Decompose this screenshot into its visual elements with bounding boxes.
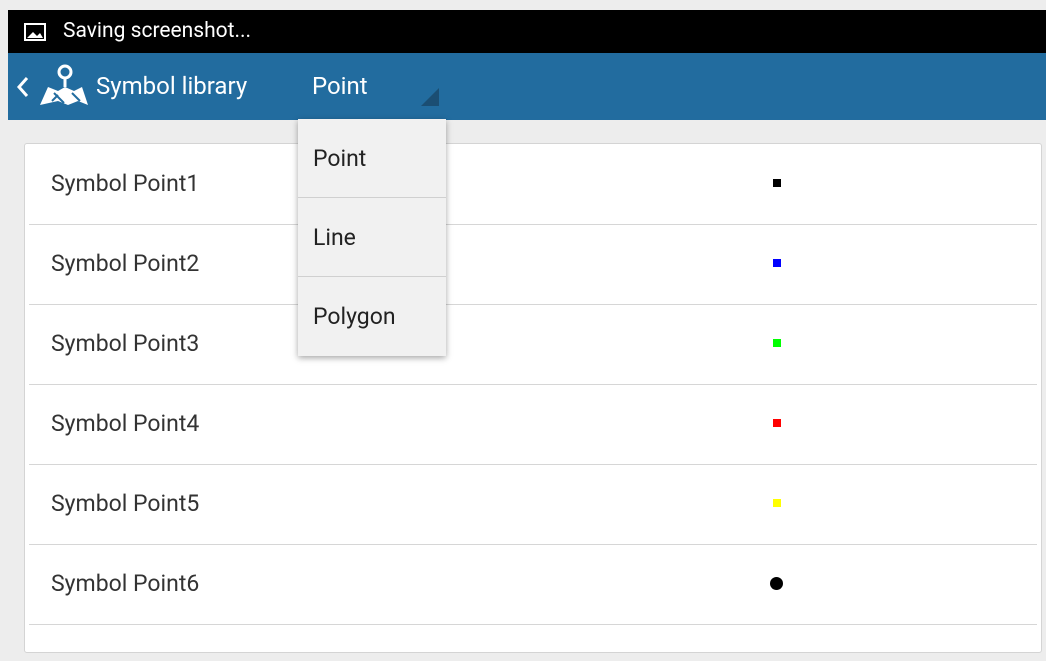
list-item[interactable]: Symbol Point1 [29, 144, 1037, 225]
symbol-swatch [773, 419, 781, 427]
symbol-name: Symbol Point2 [51, 250, 200, 277]
dropdown-option-polygon[interactable]: Polygon [298, 277, 446, 356]
list-item[interactable]: Symbol Point2 [29, 224, 1037, 305]
symbol-swatch [770, 577, 783, 590]
back-button[interactable] [8, 53, 100, 120]
spinner-selected-value: Point [312, 72, 368, 100]
list-item[interactable]: Symbol Point4 [29, 384, 1037, 465]
symbol-name: Symbol Point3 [51, 330, 200, 357]
dropdown-option-label: Polygon [313, 303, 396, 330]
dropdown-option-point[interactable]: Point [298, 119, 446, 198]
status-text: Saving screenshot... [63, 19, 252, 43]
map-pin-icon [40, 64, 88, 105]
symbol-swatch [773, 499, 781, 507]
geometry-type-dropdown: Point Line Polygon [298, 119, 446, 356]
geometry-type-spinner[interactable]: Point [298, 53, 448, 120]
spinner-corner-arrow-icon [421, 88, 439, 106]
symbol-name: Symbol Point5 [51, 490, 200, 517]
list-item[interactable]: Symbol Point3 [29, 304, 1037, 385]
symbol-name: Symbol Point4 [51, 410, 200, 437]
list-item[interactable]: Symbol Point5 [29, 464, 1037, 545]
symbol-name: Symbol Point1 [51, 170, 200, 197]
list-item[interactable]: Symbol Point6 [29, 544, 1037, 625]
symbol-swatch [773, 179, 781, 187]
symbol-swatch [773, 259, 781, 267]
dropdown-option-label: Line [313, 224, 356, 251]
symbol-swatch [773, 339, 781, 347]
symbol-name: Symbol Point6 [51, 570, 200, 597]
chevron-left-icon [16, 77, 29, 97]
status-bar: Saving screenshot... [8, 10, 1046, 53]
dropdown-option-line[interactable]: Line [298, 198, 446, 277]
page-title: Symbol library [96, 72, 248, 100]
symbol-list: Symbol Point1 Symbol Point2 Symbol Point… [24, 143, 1042, 653]
dropdown-option-label: Point [313, 145, 367, 172]
action-bar: Symbol library Point [8, 53, 1046, 120]
image-icon [24, 23, 46, 41]
